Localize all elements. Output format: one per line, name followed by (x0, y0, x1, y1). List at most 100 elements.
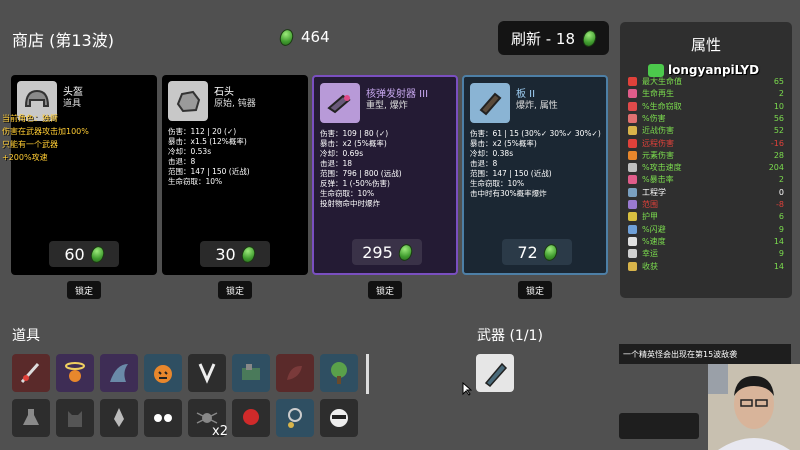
stat-line: 冷却：0.53s (168, 147, 212, 156)
item-slot[interactable] (12, 399, 50, 437)
attribute-icon (628, 175, 637, 185)
stat-line: 反弹：1 (-50%伤害) (320, 179, 390, 188)
attribute-value: 14 (773, 236, 784, 246)
shop-card-rock[interactable]: 石头 原始, 钝器 伤害：112 | 20 (✓) 暴击：x1.5 (12%概率… (162, 75, 308, 275)
attribute-icon (628, 224, 637, 234)
item-slot[interactable] (188, 354, 226, 392)
cat-icon (68, 411, 82, 427)
attribute-value: 56 (773, 113, 784, 123)
sword-icon (20, 363, 40, 383)
weapon-slot[interactable] (476, 354, 514, 392)
danmaku-line: +200%攻速 (2, 153, 48, 162)
item-slot[interactable] (100, 354, 138, 392)
rock-icon (168, 81, 208, 121)
item-slot[interactable] (232, 354, 270, 392)
attribute-row: 最大生命值 65 (628, 76, 784, 87)
stat-line: 冷却：0.69s (320, 149, 364, 158)
price-value: 30 (215, 244, 236, 264)
attribute-label: 远程伤害 (642, 138, 674, 148)
attribute-icon (628, 187, 637, 197)
lock-button[interactable]: 锁定 (368, 281, 402, 299)
leech-icon (287, 365, 302, 380)
refresh-button[interactable]: 刷新 - 18 (498, 21, 609, 55)
stat-line: 击中时有30%概率爆炸 (470, 189, 547, 198)
pendant-icon (288, 408, 302, 428)
attribute-row: 范围 -8 (628, 199, 784, 210)
stream-username: longyanpiLYD (668, 63, 760, 77)
attribute-row: 远程伤害 -16 (628, 138, 784, 149)
price-value: 60 (64, 244, 85, 264)
attribute-label: %速度 (642, 236, 666, 246)
card-stats: 伤害：112 | 20 (✓) 暴击：x1.5 (12%概率) 冷却：0.53s… (168, 127, 250, 187)
item-slot[interactable] (56, 354, 94, 392)
attributes-title: 属性 (690, 36, 721, 54)
attribute-icon (628, 89, 637, 99)
attribute-icon (628, 77, 637, 86)
stat-line: 伤害：61 | 15 (30%✓ 30%✓ 30%✓) (470, 129, 601, 138)
attribute-row: %速度 14 (628, 236, 784, 247)
danmaku-line: 当前角色：独臂 (2, 114, 58, 123)
stat-line: 生命窃取：10% (168, 177, 223, 186)
item-slot[interactable] (144, 354, 182, 392)
item-slot[interactable] (320, 354, 358, 392)
item-slot[interactable] (232, 399, 270, 437)
card-type: 原始, 钝器 (214, 99, 256, 109)
refresh-label: 刷新 - 18 (510, 29, 576, 48)
attribute-label: %闪避 (642, 224, 666, 234)
attribute-icon (628, 212, 637, 222)
attribute-icon (628, 126, 637, 136)
attribute-label: 元素伤害 (642, 150, 674, 160)
price-button[interactable]: 30 (200, 241, 270, 267)
mask-icon (330, 409, 348, 427)
item-slot[interactable] (276, 354, 314, 392)
card-type: 爆炸, 属性 (516, 101, 558, 111)
price-button[interactable]: 60 (49, 241, 119, 267)
price-button[interactable]: 295 (352, 239, 422, 265)
item-slot[interactable] (100, 399, 138, 437)
lock-button[interactable]: 锁定 (218, 281, 252, 299)
shop-card-board[interactable]: 板 II 爆炸, 属性 伤害：61 | 15 (30%✓ 30%✓ 30%✓) … (462, 75, 608, 275)
stat-line: 生命窃取：10% (470, 179, 525, 188)
items-scrollbar[interactable] (366, 354, 369, 394)
attribute-icon (628, 236, 637, 246)
attribute-value: -8 (776, 200, 784, 209)
shop-title: 商店 (第13波) (12, 31, 114, 50)
attribute-row: 元素伤害 28 (628, 150, 784, 161)
shop-card-helmet[interactable]: 头盔 道具 60 (11, 75, 157, 275)
material-icon (239, 243, 257, 265)
attribute-icon (628, 249, 637, 259)
shop-card-nuke-launcher[interactable]: 核弹发射器 III 重型, 爆炸 伤害：109 | 80 (✓) 暴击：x2 (… (312, 75, 458, 275)
attribute-label: 工程学 (642, 187, 666, 197)
item-slot[interactable] (12, 354, 50, 392)
stat-line: 投射物命中时爆炸 (320, 199, 380, 208)
attribute-icon (628, 138, 637, 148)
stat-line: 生命窃取：10% (320, 189, 375, 198)
item-slot[interactable] (144, 399, 182, 437)
item-slot[interactable] (320, 399, 358, 437)
card-type: 重型, 爆炸 (366, 101, 408, 111)
lock-button[interactable]: 锁定 (518, 281, 552, 299)
price-value: 72 (517, 242, 538, 262)
attribute-label: %生命窃取 (642, 101, 682, 111)
attribute-label: 生命再生 (642, 89, 674, 99)
material-icon (396, 241, 415, 263)
attribute-label: 最大生命值 (642, 77, 682, 86)
wave-notice: 一个精英怪会出现在第15波敌袭 (619, 344, 791, 364)
shark-fin-icon (110, 364, 128, 382)
lock-button[interactable]: 锁定 (67, 281, 101, 299)
attribute-row: 生命再生 2 (628, 88, 784, 99)
item-slot[interactable] (56, 399, 94, 437)
item-slot[interactable]: x2 (188, 399, 228, 439)
attribute-row: %攻击速度 204 (628, 162, 784, 173)
attribute-value: -16 (770, 138, 784, 148)
attribute-label: %暴击率 (642, 175, 674, 185)
cursor-icon (462, 382, 472, 396)
price-button[interactable]: 72 (502, 239, 572, 265)
item-count: x2 (212, 424, 228, 439)
item-slot[interactable] (276, 399, 314, 437)
danmaku-line: 伤害在武器攻击加100% (2, 127, 89, 136)
attribute-value: 2 (778, 89, 784, 99)
attribute-row: 近战伤害 52 (628, 125, 784, 136)
attribute-icon (628, 113, 637, 123)
weapons-title: 武器 (1/1) (477, 328, 543, 344)
